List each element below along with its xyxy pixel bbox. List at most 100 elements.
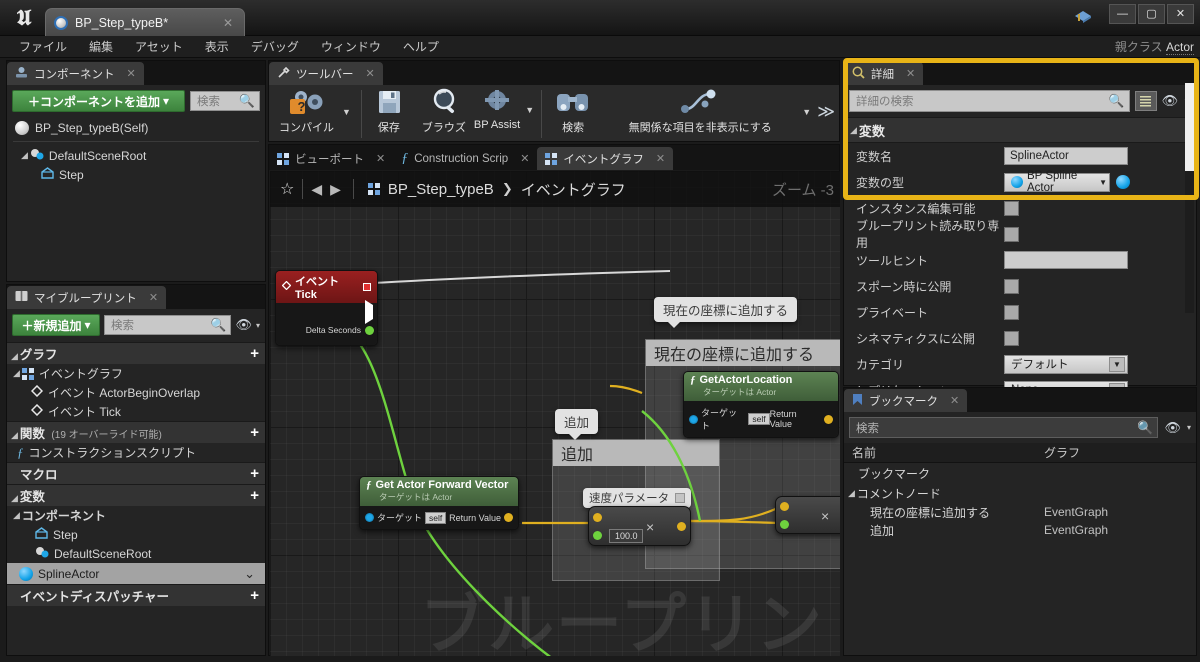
variable-type-pin-icon[interactable] (1116, 175, 1130, 189)
graph-canvas[interactable]: ☆ ◀ ▶ BP_Step_typeB ❯ イベントグラフ ズーム -3 ブルー… (270, 171, 840, 656)
expand-triangle-icon[interactable]: ◢ (21, 150, 28, 161)
toolbar-button-find[interactable]: 検索 (542, 88, 604, 135)
tab-my-blueprint[interactable]: マイブループリント ✕ (7, 286, 167, 309)
details-section-variable[interactable]: ◢ 変数 (844, 117, 1196, 143)
eye-icon[interactable]: 👁 (1164, 420, 1181, 436)
tree-item-components-group[interactable]: ◢ コンポーネント (7, 506, 265, 525)
tree-item-var-splineactor[interactable]: SplineActor ⌄ (7, 563, 265, 584)
multiply-input-value[interactable]: 100.0 (609, 529, 643, 543)
section-header-event-dispatchers[interactable]: イベントディスパッチャー + (7, 584, 265, 606)
pin-target-in[interactable]: ターゲット self (365, 511, 447, 524)
tab-construction-script[interactable]: ƒ Construction Scrip ✕ (393, 147, 537, 170)
tooltip-input[interactable] (1004, 251, 1128, 269)
expand-triangle-icon[interactable]: ◢ (11, 430, 18, 440)
comment-title[interactable]: 追加 (553, 440, 719, 466)
node-get-actor-location[interactable]: ƒ GetActorLocation ターゲットは Actor ターゲット se… (683, 371, 839, 438)
menu-view[interactable]: 表示 (194, 36, 240, 58)
visibility-toggle-icon[interactable]: ⌄ (244, 566, 255, 582)
tab-bookmarks[interactable]: ブックマーク ✕ (844, 389, 968, 412)
menu-edit[interactable]: 編集 (78, 36, 124, 58)
expand-triangle-icon[interactable]: ◢ (848, 488, 855, 499)
node-multiply-1[interactable]: 100.0 × (588, 506, 691, 546)
component-tree-item-defaultsceneroot[interactable]: ◢ DefaultSceneRoot (11, 146, 261, 165)
component-tree-item-step[interactable]: Step (11, 165, 261, 184)
tab-toolbar[interactable]: ツールバー ✕ (269, 62, 383, 85)
add-macro-button[interactable]: + (250, 465, 265, 482)
node-multiply-2[interactable]: × (775, 496, 840, 534)
expand-triangle-icon[interactable]: ◢ (13, 368, 20, 379)
toolbar-button-hide-unrelated[interactable]: 無関係な項目を非表示にする ▼ ≫ (604, 88, 839, 135)
bookmarks-row-bookmarks[interactable]: ブックマーク (844, 463, 1196, 483)
eye-icon[interactable]: 👁 (235, 317, 252, 333)
tab-event-graph-close-icon[interactable]: ✕ (656, 152, 665, 165)
tab-bookmarks-close-icon[interactable]: ✕ (950, 394, 959, 407)
breadcrumb-leaf[interactable]: イベントグラフ (521, 179, 626, 200)
eye-icon[interactable]: 👁 (1162, 93, 1179, 109)
details-scrollbar-thumb[interactable] (1185, 83, 1194, 171)
tab-details[interactable]: 詳細 ✕ (844, 62, 924, 85)
myblueprint-search-input[interactable]: 検索 🔍 (104, 315, 232, 335)
tab-viewport[interactable]: ビューポート ✕ (269, 147, 393, 170)
pin-target-value[interactable]: self (425, 511, 447, 524)
parent-class-value[interactable]: Actor (1165, 40, 1194, 55)
pin-return-value-out[interactable]: Return Value (449, 513, 513, 523)
pin-target-in[interactable]: ターゲット self (689, 406, 770, 432)
add-graph-button[interactable]: + (250, 345, 265, 362)
expose-on-spawn-checkbox[interactable] (1004, 278, 1019, 294)
add-function-button[interactable]: + (250, 424, 265, 441)
details-search-input[interactable]: 詳細の検索 🔍 (849, 90, 1130, 112)
section-header-graphs[interactable]: ◢ グラフ + (7, 342, 265, 364)
tree-item-var-step[interactable]: Step (7, 525, 265, 544)
tab-event-graph[interactable]: イベントグラフ ✕ (537, 147, 674, 170)
toolbar-button-save[interactable]: 保存 (362, 88, 416, 135)
expand-triangle-icon[interactable]: ◢ (11, 351, 18, 361)
private-checkbox[interactable] (1004, 304, 1019, 320)
tree-item-eventgraph[interactable]: ◢ イベントグラフ (7, 364, 265, 383)
add-new-button[interactable]: ＋新規追加 ▾ (12, 314, 100, 336)
bookmarks-search-input[interactable]: 検索 🔍 (849, 417, 1159, 438)
bookmark-star-icon[interactable]: ☆ (280, 179, 294, 199)
menu-window[interactable]: ウィンドウ (310, 36, 392, 58)
menu-help[interactable]: ヘルプ (392, 36, 450, 58)
pin-b-in[interactable] (780, 520, 789, 529)
expose-to-cinematics-checkbox[interactable] (1004, 330, 1019, 346)
tab-components-close-icon[interactable]: ✕ (127, 67, 136, 80)
bookmarks-row-add-to-current-location[interactable]: 現在の座標に追加する EventGraph (844, 503, 1196, 521)
components-search-input[interactable]: 検索 🔍 (190, 91, 260, 111)
pin-delta-seconds-out[interactable]: Delta Seconds (306, 325, 374, 335)
tab-details-close-icon[interactable]: ✕ (906, 67, 915, 80)
pin-b-in[interactable] (593, 531, 602, 540)
section-header-variables[interactable]: ◢ 変数 + (7, 484, 265, 506)
chevron-down-icon[interactable]: ▼ (802, 107, 811, 117)
chevron-down-icon[interactable]: ▾ (1187, 423, 1191, 432)
expand-triangle-icon[interactable]: ◢ (13, 510, 20, 521)
close-button[interactable]: ✕ (1167, 4, 1194, 24)
component-tree-item-self[interactable]: BP_Step_typeB(Self) (11, 118, 261, 137)
instance-editable-checkbox[interactable] (1004, 200, 1019, 216)
tree-item-var-defaultsceneroot[interactable]: DefaultSceneRoot (7, 544, 265, 563)
add-component-button[interactable]: ＋コンポーネントを追加 ▾ (12, 90, 185, 112)
node-get-actor-forward-vector[interactable]: ƒ Get Actor Forward Vector ターゲットは Actor … (359, 476, 519, 530)
document-tab-close-icon[interactable]: ✕ (220, 16, 236, 30)
chevron-down-icon[interactable]: ▾ (256, 321, 260, 330)
details-grid-view-button[interactable] (1134, 91, 1157, 111)
chevron-down-icon[interactable]: ▼ (342, 107, 351, 117)
bookmarks-row-comment-nodes[interactable]: ◢ コメントノード (844, 483, 1196, 503)
tab-viewport-close-icon[interactable]: ✕ (376, 152, 385, 165)
document-tab-bp-step-typeb[interactable]: BP_Step_typeB* ✕ (45, 8, 245, 36)
menu-debug[interactable]: デバッグ (240, 36, 310, 58)
add-event-dispatcher-button[interactable]: + (250, 587, 265, 604)
section-header-functions[interactable]: ◢ 関数 (19 オーバーライド可能) + (7, 421, 265, 443)
tab-my-blueprint-close-icon[interactable]: ✕ (149, 291, 158, 304)
tree-item-event-actorbeginoverlap[interactable]: イベント ActorBeginOverlap (7, 383, 265, 402)
tree-item-construction-script[interactable]: ƒ コンストラクションスクリプト (7, 443, 265, 462)
toolbar-button-browse[interactable]: ブラウズ (416, 88, 472, 135)
column-header-graph[interactable]: グラフ (1044, 444, 1080, 461)
tab-components[interactable]: コンポーネント ✕ (7, 62, 144, 85)
blueprint-readonly-checkbox[interactable] (1004, 226, 1019, 242)
maximize-button[interactable]: ▢ (1138, 4, 1165, 24)
comment-title[interactable]: 現在の座標に追加する (646, 340, 840, 366)
category-combo[interactable]: デフォルト ▼ (1004, 354, 1128, 374)
pin-target-value[interactable]: self (748, 413, 770, 425)
variable-type-combo[interactable]: BP Spline Actor ▼ (1004, 170, 1110, 194)
